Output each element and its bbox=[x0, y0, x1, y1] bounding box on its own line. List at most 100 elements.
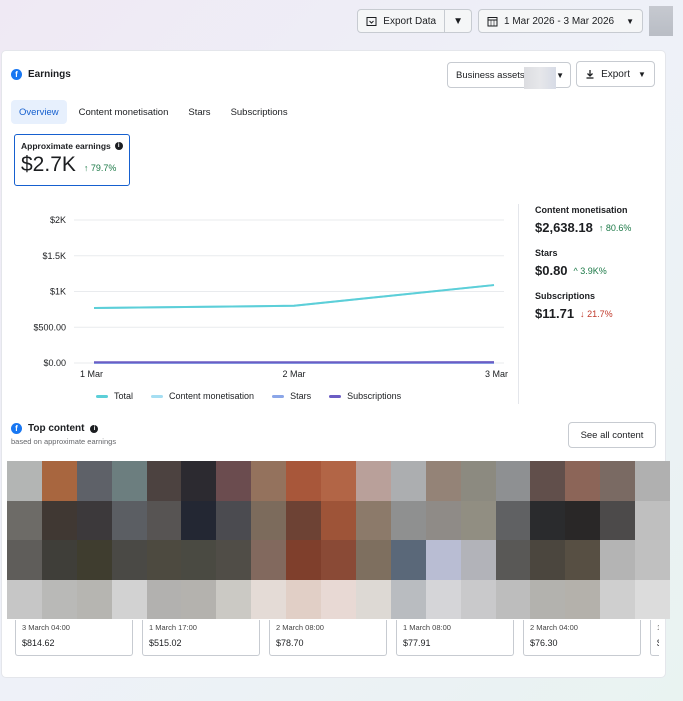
legend-label: Total bbox=[114, 391, 134, 401]
thumbnail-tile bbox=[286, 500, 322, 540]
info-icon[interactable]: i bbox=[114, 142, 123, 150]
tab-stars[interactable]: Stars bbox=[180, 100, 218, 124]
blurred-asset-thumb bbox=[524, 67, 556, 89]
content-card[interactable]: 1 March 08:00 $77.91 bbox=[396, 620, 514, 656]
thumbnail-tile bbox=[355, 540, 391, 580]
arrow-down-icon: ↓ bbox=[580, 308, 585, 319]
thumbnail-tile bbox=[146, 540, 182, 580]
kpi-label: Approximate earnings bbox=[21, 141, 111, 151]
content-earnings: $78.70 bbox=[276, 638, 304, 648]
content-card[interactable]: 1 M $( bbox=[650, 620, 659, 656]
series-line-total[interactable] bbox=[93, 284, 495, 309]
info-icon[interactable]: i bbox=[90, 424, 99, 433]
top-content-subtitle: based on approximate earnings bbox=[11, 437, 117, 446]
content-earnings: $76.30 bbox=[530, 638, 558, 648]
content-card[interactable]: 2 March 04:00 $76.30 bbox=[523, 620, 641, 656]
thumbnail-tile bbox=[530, 540, 566, 580]
breakdown-value: $2,638.18 bbox=[535, 220, 593, 235]
blurred-thumbnails[interactable] bbox=[7, 461, 670, 619]
top-toolbar: Export Data ▼ 1 Mar 2026 - 3 Mar 2026 ▼ bbox=[357, 6, 673, 36]
chart-divider bbox=[518, 204, 519, 404]
thumbnail-tile bbox=[181, 540, 217, 580]
export-data-label: Export Data bbox=[383, 15, 437, 27]
thumbnail-tile bbox=[321, 500, 356, 540]
business-assets-label: Business assets bbox=[456, 69, 525, 81]
content-date: 1 M bbox=[657, 623, 659, 632]
export-button[interactable]: Export ▼ bbox=[576, 61, 655, 87]
thumbnail-tile bbox=[41, 500, 77, 540]
y-tick-label: $500.00 bbox=[33, 322, 66, 332]
x-tick-label: 3 Mar bbox=[485, 369, 508, 379]
legend-swatch bbox=[96, 394, 108, 398]
thumbnail-tile bbox=[495, 540, 531, 580]
thumbnail-tile bbox=[635, 500, 670, 540]
breakdown-change: ↓ 21.7% bbox=[580, 309, 613, 319]
content-card[interactable]: 2 March 08:00 $78.70 bbox=[269, 620, 387, 656]
thumbnail-tile bbox=[390, 540, 426, 580]
business-assets-select[interactable]: Business assets ▼ bbox=[447, 62, 571, 89]
export-data-button[interactable]: Export Data bbox=[357, 9, 446, 33]
thumbnail-tile bbox=[600, 579, 636, 619]
breakdown-change-value: 80.6% bbox=[605, 222, 632, 233]
breakdown-value: $11.71 bbox=[535, 306, 575, 321]
top-content-title: Top content bbox=[28, 423, 85, 434]
date-range-label: 1 Mar 2026 - 3 Mar 2026 bbox=[504, 15, 615, 27]
export-data-split: Export Data ▼ bbox=[357, 9, 473, 33]
breakdown-subscriptions: Subscriptions $11.71 ↓ 21.7% bbox=[535, 291, 660, 321]
y-tick-label: $1K bbox=[50, 287, 66, 297]
content-earnings: $( bbox=[657, 638, 659, 648]
tab-subscriptions[interactable]: Subscriptions bbox=[223, 100, 296, 124]
thumbnail-tile bbox=[146, 461, 182, 501]
thumbnail-tile bbox=[181, 500, 217, 540]
content-earnings: $515.02 bbox=[149, 638, 182, 648]
caret-down-icon: ▼ bbox=[556, 70, 564, 80]
caret-up-icon: ^ bbox=[573, 265, 578, 276]
thumbnail-tile bbox=[286, 579, 322, 619]
thumbnail-tile bbox=[565, 540, 601, 580]
kpi-change-value: 79.7% bbox=[90, 163, 117, 173]
content-date: 1 March 17:00 bbox=[149, 623, 197, 632]
breakdown-value-row: $0.80 ^ 3.9K% bbox=[535, 263, 660, 278]
kpi-label-row: Approximate earnings i bbox=[21, 141, 123, 151]
thumbnail-tile bbox=[460, 579, 496, 619]
legend-item-stars[interactable]: Stars bbox=[272, 391, 311, 401]
date-range-picker[interactable]: 1 Mar 2026 - 3 Mar 2026 ▼ bbox=[478, 9, 643, 33]
earnings-header: f Earnings bbox=[11, 69, 71, 80]
content-card[interactable]: 3 March 04:00 $814.62 bbox=[15, 620, 133, 656]
thumbnail-tile bbox=[216, 461, 252, 501]
legend-item-total[interactable]: Total bbox=[96, 391, 133, 401]
breakdown-title: Subscriptions bbox=[535, 291, 596, 301]
see-all-content-button[interactable]: See all content bbox=[568, 422, 656, 448]
tab-overview[interactable]: Overview bbox=[11, 100, 67, 124]
thumbnail-tile bbox=[530, 500, 566, 540]
content-card[interactable]: 1 March 17:00 $515.02 bbox=[142, 620, 260, 656]
caret-down-icon: ▼ bbox=[637, 69, 646, 79]
calendar-icon bbox=[487, 16, 498, 27]
thumbnail-tile bbox=[565, 461, 601, 501]
breakdown-value-row: $11.71 ↓ 21.7% bbox=[535, 306, 660, 321]
kpi-value-row: $2.7K ↑ 79.7% bbox=[21, 153, 123, 177]
tab-content-monetisation[interactable]: Content monetisation bbox=[71, 100, 177, 124]
top-content-list: 3 March 04:00 $814.62 1 March 17:00 $515.0… bbox=[15, 620, 659, 656]
earnings-card: f Earnings Business assets ▼ Export ▼ Ov… bbox=[2, 51, 670, 677]
legend-item-content-monetisation[interactable]: Content monetisation bbox=[151, 391, 254, 401]
thumbnail-tile bbox=[321, 540, 356, 580]
thumbnail-tile bbox=[76, 540, 112, 580]
series-line-content-monetisation[interactable] bbox=[93, 284, 495, 309]
legend-item-subscriptions[interactable]: Subscriptions bbox=[329, 391, 401, 401]
avatar[interactable] bbox=[649, 6, 673, 36]
thumbnail-tile bbox=[355, 500, 391, 540]
export-data-dropdown[interactable]: ▼ bbox=[445, 9, 473, 33]
content-earnings: $77.91 bbox=[403, 638, 431, 648]
approximate-earnings-card[interactable]: Approximate earnings i $2.7K ↑ 79.7% bbox=[14, 134, 130, 186]
content-earnings: $814.62 bbox=[22, 638, 55, 648]
x-tick-label: 2 Mar bbox=[282, 369, 305, 379]
thumbnail-tile bbox=[495, 579, 531, 619]
thumbnail-tile bbox=[76, 461, 112, 501]
kpi-change: ↑ 79.7% bbox=[84, 163, 117, 173]
thumbnail-tile bbox=[495, 500, 531, 540]
thumbnail-tile bbox=[251, 461, 287, 501]
tab-bar: Overview Content monetisation Stars Subs… bbox=[11, 100, 296, 124]
thumbnail-tile bbox=[565, 500, 601, 540]
thumbnail-tile bbox=[41, 579, 77, 619]
